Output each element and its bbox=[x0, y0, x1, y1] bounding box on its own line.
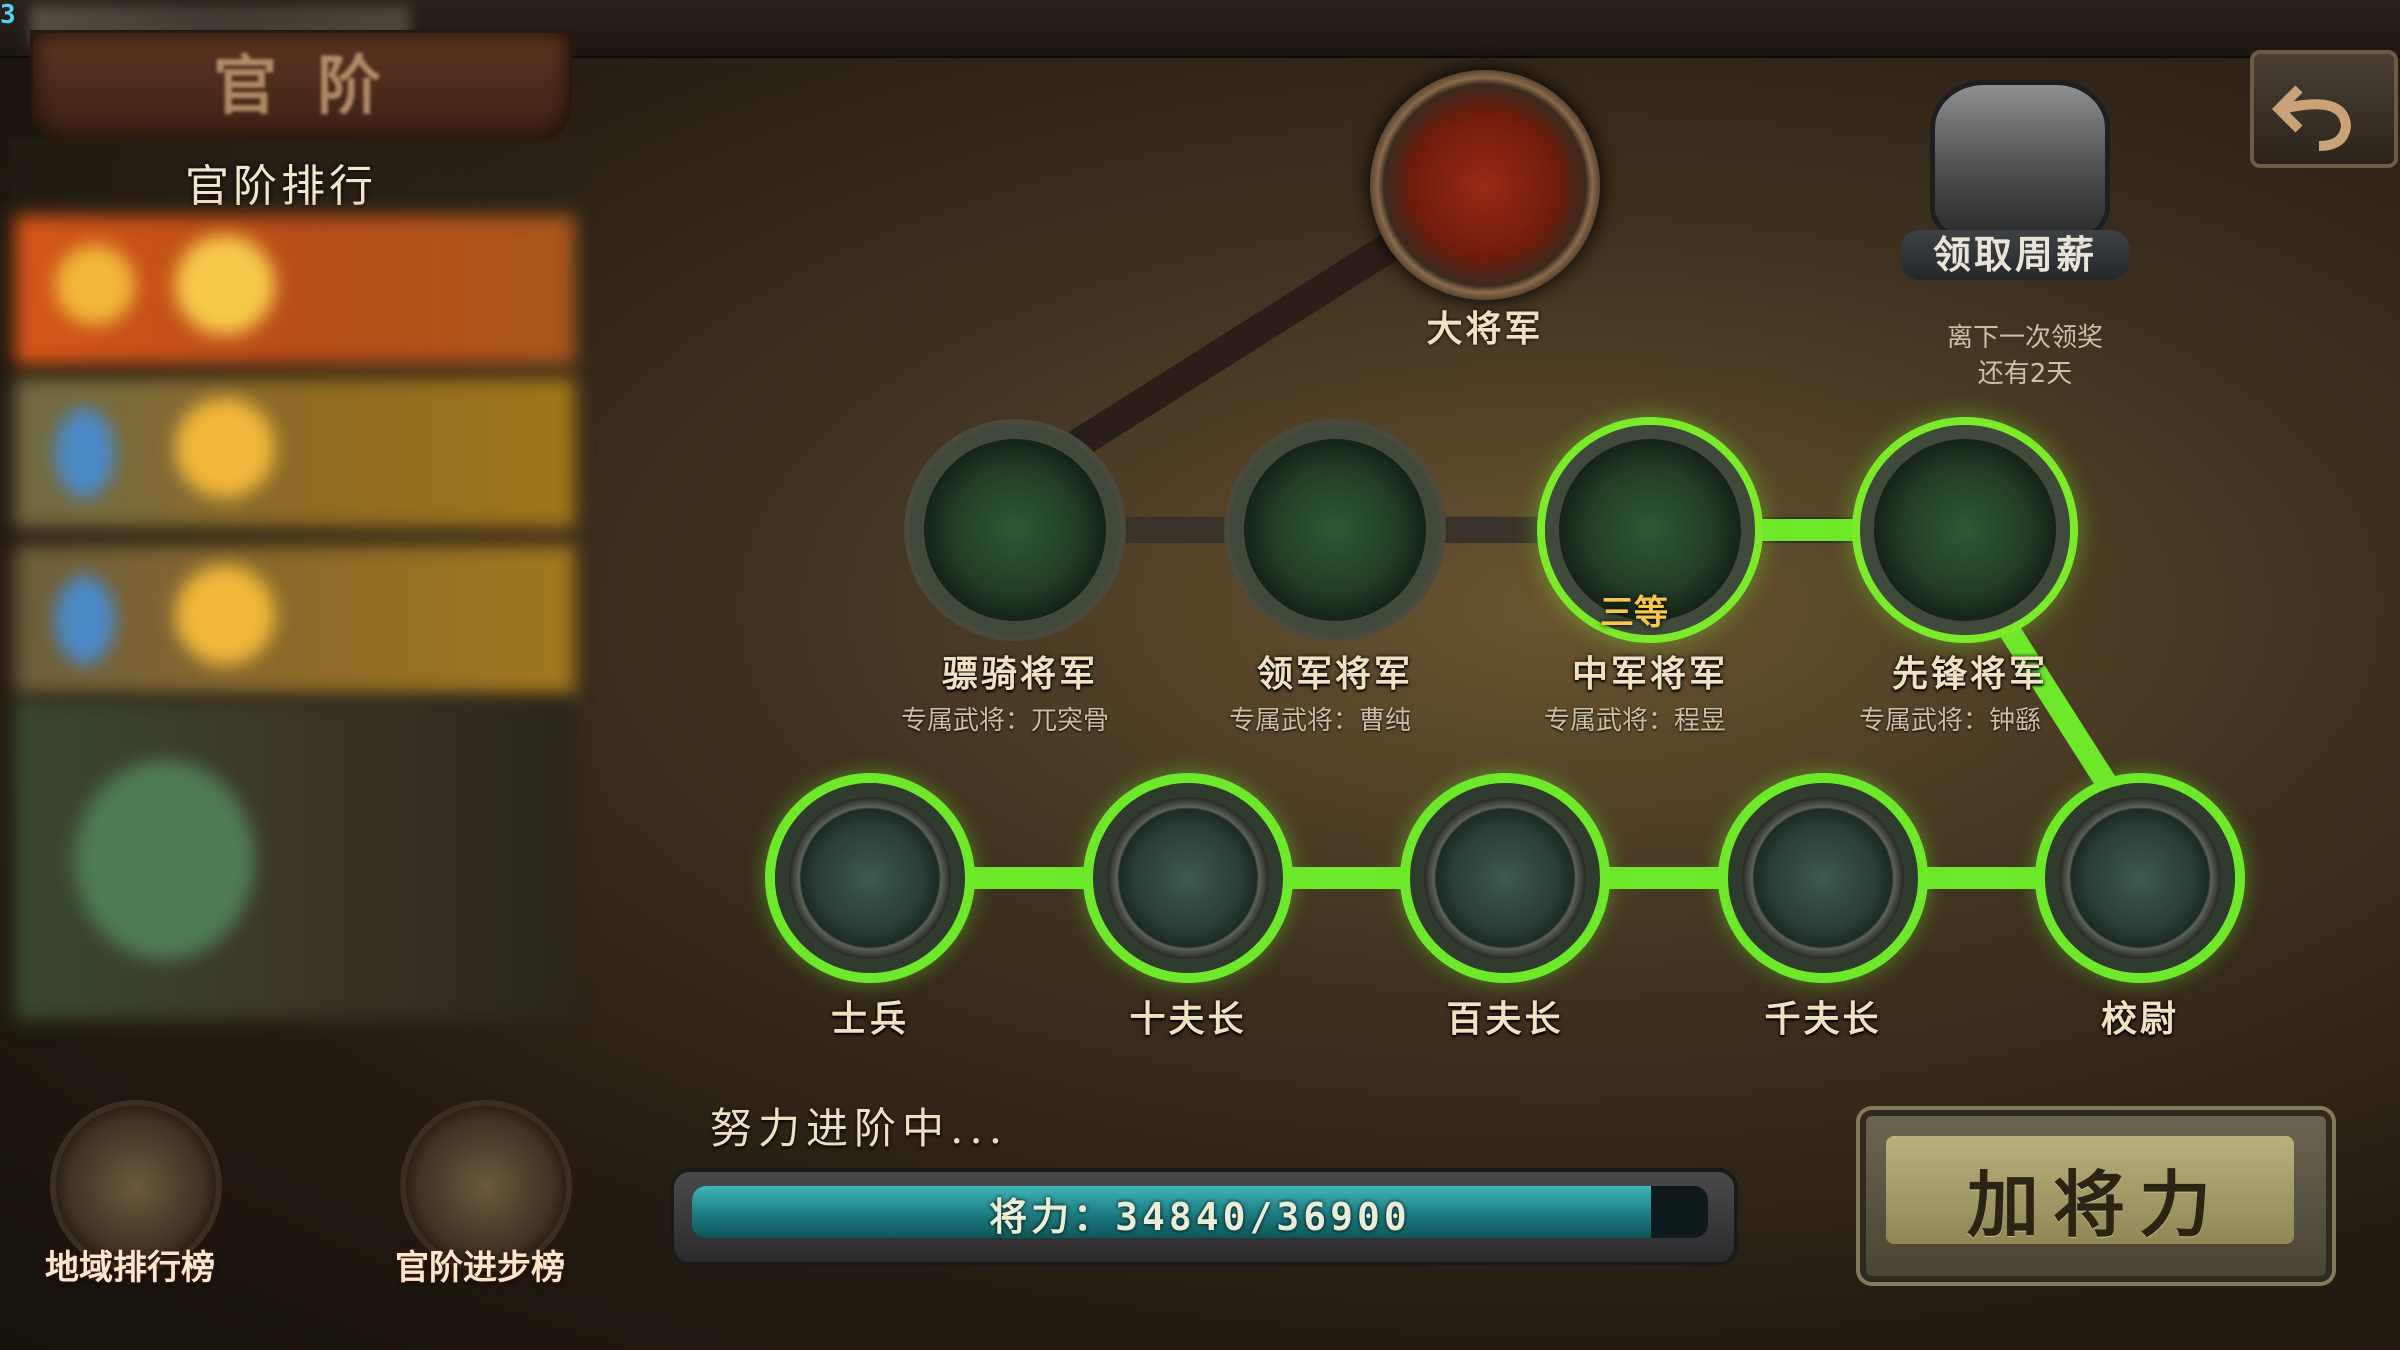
rank-label: 士兵 bbox=[830, 998, 909, 1040]
rank-node-soldier[interactable] bbox=[775, 783, 965, 973]
rank-label: 千夫长 bbox=[1764, 998, 1882, 1040]
rank-node-vanguard-general[interactable] bbox=[1860, 425, 2070, 635]
rank-label: 十夫长 bbox=[1129, 998, 1247, 1040]
exclusive-general: 专属武将：钟繇 bbox=[1858, 706, 2041, 736]
countdown-line: 还有2天 bbox=[1977, 359, 2073, 389]
back-button[interactable] bbox=[2250, 50, 2398, 168]
status-text: 努力进阶中... bbox=[710, 1104, 1009, 1153]
power-text: 将力：34840/36900 bbox=[989, 1195, 1411, 1239]
rank-node-ten-captain[interactable] bbox=[1093, 783, 1283, 973]
rank-node-army-general[interactable] bbox=[1230, 425, 1440, 635]
great-general-label: 大将军 bbox=[1426, 308, 1544, 350]
region-ranking-button[interactable]: 地域排行榜 bbox=[30, 1100, 230, 1300]
rank-label: 领军将军 bbox=[1256, 653, 1413, 695]
chest-icon bbox=[1930, 80, 2110, 240]
return-arrow-icon bbox=[2271, 85, 2352, 151]
add-power-label: 加将力 bbox=[1966, 1162, 2225, 1247]
rank-label: 百夫长 bbox=[1446, 998, 1564, 1040]
rank-advance-button[interactable]: 官阶进步榜 bbox=[380, 1100, 580, 1300]
rank-node-colonel[interactable] bbox=[2045, 783, 2235, 973]
weekly-salary-label: 领取周薪 bbox=[1900, 230, 2130, 280]
exclusive-general: 专属武将：兀突骨 bbox=[900, 706, 1109, 736]
countdown-line: 离下一次领奖 bbox=[1946, 323, 2103, 353]
weekly-salary-button[interactable]: 领取周薪 bbox=[1900, 80, 2130, 290]
rank-node-thousand-captain[interactable] bbox=[1728, 783, 1918, 973]
weekly-countdown: 离下一次领奖 还有2天 bbox=[1880, 320, 2170, 392]
great-general-emblem[interactable] bbox=[1370, 70, 1600, 300]
add-power-button[interactable]: 加将力 bbox=[1860, 1110, 2332, 1282]
rank-node-cavalry-general[interactable] bbox=[910, 425, 1120, 635]
rank-badge: 三等 bbox=[1600, 593, 1668, 633]
region-ranking-label: 地域排行榜 bbox=[45, 1248, 215, 1288]
rank-node-hundred-captain[interactable] bbox=[1410, 783, 1600, 973]
rank-label: 中军将军 bbox=[1571, 653, 1728, 695]
exclusive-general: 专属武将：曹纯 bbox=[1228, 706, 1411, 736]
exclusive-general: 专属武将：程昱 bbox=[1543, 706, 1726, 736]
rank-label: 先锋将军 bbox=[1891, 653, 2048, 695]
rank-advance-label: 官阶进步榜 bbox=[395, 1248, 565, 1288]
rank-label: 校尉 bbox=[2100, 998, 2179, 1040]
rank-label: 骠骑将军 bbox=[941, 653, 1098, 695]
